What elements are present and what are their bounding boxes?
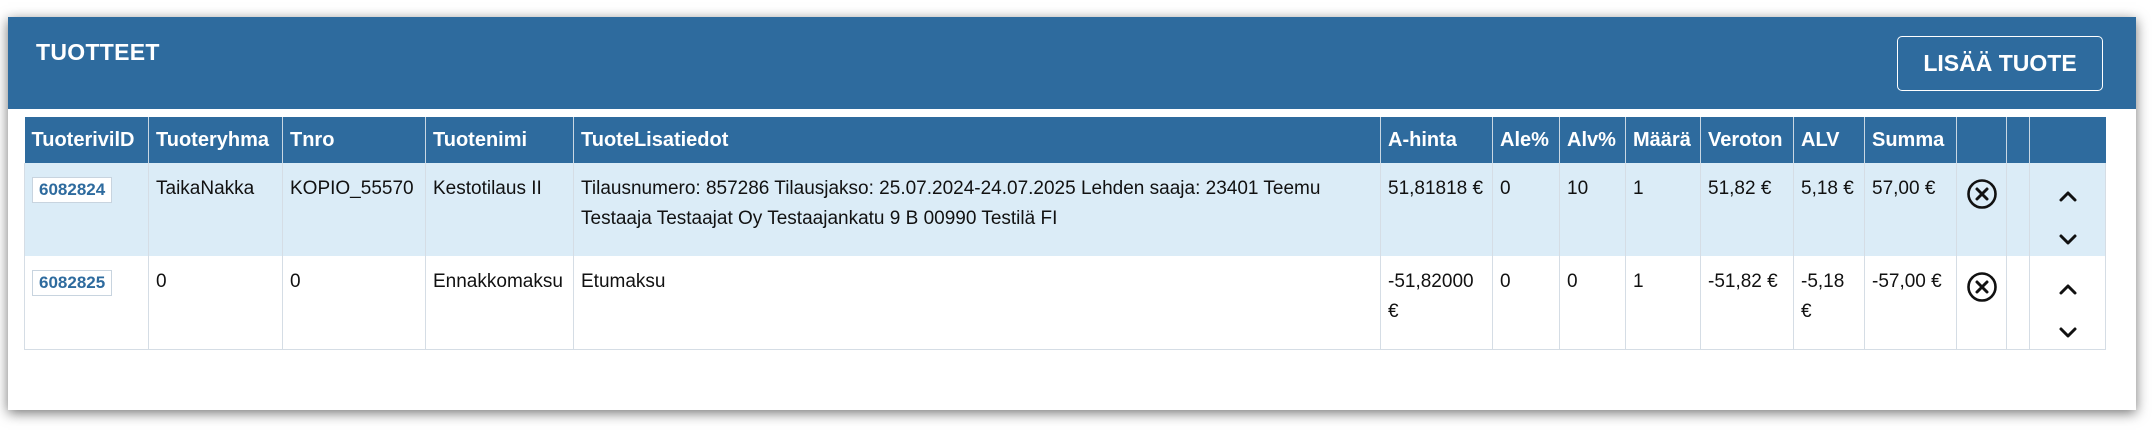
cell-discount: 0 xyxy=(1492,256,1560,350)
table-row: 6082825 0 0 Ennakkomaksu Etumaksu -51,82… xyxy=(24,256,2106,350)
table-row: 6082824 TaikaNakka KOPIO_55570 Kestotila… xyxy=(24,163,2106,256)
table-header-row: TuoterivilD Tuoteryhma Tnro Tuotenimi Tu… xyxy=(24,117,2106,163)
col-header-tnro[interactable]: Tnro xyxy=(282,117,426,163)
cell-name: Kestotilaus II xyxy=(425,163,574,256)
col-header-discount[interactable]: Ale% xyxy=(1492,117,1560,163)
col-header-row-id[interactable]: TuoterivilD xyxy=(24,117,149,163)
panel-header: TUOTTEET LISÄÄ TUOTE xyxy=(8,17,2136,109)
col-header-remove xyxy=(1956,117,2007,163)
col-header-unit-price[interactable]: A-hinta xyxy=(1380,117,1493,163)
col-header-quantity[interactable]: Määrä xyxy=(1625,117,1701,163)
cell-move xyxy=(2029,256,2106,350)
cell-spacer xyxy=(2006,163,2030,256)
close-circle-icon[interactable] xyxy=(1966,271,1998,303)
products-table: TuoterivilD Tuoteryhma Tnro Tuotenimi Tu… xyxy=(24,117,2106,350)
cell-total: 57,00 € xyxy=(1864,163,1957,256)
cell-details: Etumaksu xyxy=(573,256,1381,350)
cell-vat: -5,18 € xyxy=(1793,256,1865,350)
col-header-vat-pct[interactable]: Alv% xyxy=(1559,117,1626,163)
col-header-spacer xyxy=(2006,117,2030,163)
chevron-up-icon[interactable] xyxy=(2056,277,2080,301)
cell-group: 0 xyxy=(148,256,283,350)
cell-quantity: 1 xyxy=(1625,256,1701,350)
col-header-vat[interactable]: ALV xyxy=(1793,117,1865,163)
cell-row-id: 6082825 xyxy=(24,256,149,350)
cell-unit-price: -51,82000 € xyxy=(1380,256,1493,350)
col-header-move xyxy=(2029,117,2106,163)
cell-quantity: 1 xyxy=(1625,163,1701,256)
cell-net: 51,82 € xyxy=(1700,163,1794,256)
row-id-link[interactable]: 6082825 xyxy=(32,270,113,296)
cell-details: Tilausnumero: 857286 Tilausjakso: 25.07.… xyxy=(573,163,1381,256)
cell-vat-pct: 0 xyxy=(1559,256,1626,350)
col-header-total[interactable]: Summa xyxy=(1864,117,1957,163)
cell-spacer xyxy=(2006,256,2030,350)
cell-discount: 0 xyxy=(1492,163,1560,256)
cell-remove xyxy=(1956,256,2007,350)
cell-remove xyxy=(1956,163,2007,256)
cell-name: Ennakkomaksu xyxy=(425,256,574,350)
cell-vat-pct: 10 xyxy=(1559,163,1626,256)
panel-title: TUOTTEET xyxy=(36,39,160,65)
close-circle-icon[interactable] xyxy=(1966,178,1998,210)
col-header-net[interactable]: Veroton xyxy=(1700,117,1794,163)
cell-row-id: 6082824 xyxy=(24,163,149,256)
cell-tnro: 0 xyxy=(282,256,426,350)
cell-move xyxy=(2029,163,2106,256)
row-id-link[interactable]: 6082824 xyxy=(32,177,113,203)
cell-vat: 5,18 € xyxy=(1793,163,1865,256)
chevron-up-icon[interactable] xyxy=(2056,184,2080,208)
cell-total: -57,00 € xyxy=(1864,256,1957,350)
col-header-name[interactable]: Tuotenimi xyxy=(425,117,574,163)
col-header-details[interactable]: TuoteLisatiedot xyxy=(573,117,1381,163)
add-product-button[interactable]: LISÄÄ TUOTE xyxy=(1897,36,2103,91)
chevron-down-icon[interactable] xyxy=(2056,321,2080,345)
chevron-down-icon[interactable] xyxy=(2056,228,2080,252)
cell-group: TaikaNakka xyxy=(148,163,283,256)
cell-tnro: KOPIO_55570 xyxy=(282,163,426,256)
cell-net: -51,82 € xyxy=(1700,256,1794,350)
col-header-group[interactable]: Tuoteryhma xyxy=(148,117,283,163)
cell-unit-price: 51,81818 € xyxy=(1380,163,1493,256)
